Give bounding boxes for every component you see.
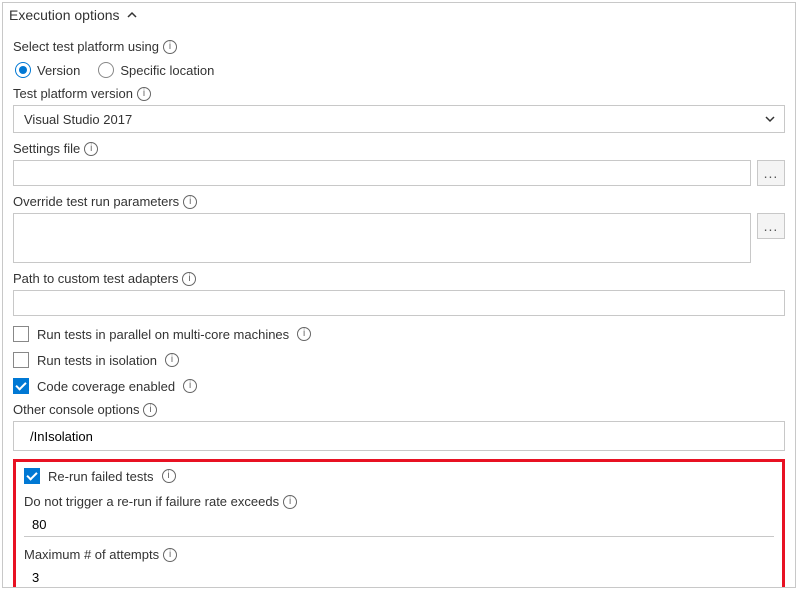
platform-label-row: Select test platform using i <box>13 39 785 54</box>
info-icon[interactable]: i <box>163 548 177 562</box>
isolation-checkbox[interactable] <box>13 352 29 368</box>
info-icon[interactable]: i <box>165 353 179 367</box>
settings-file-label-row: Settings file i <box>13 141 785 156</box>
max-attempts-label: Maximum # of attempts <box>24 547 159 562</box>
execution-options-panel: Execution options Select test platform u… <box>2 2 796 588</box>
ellipsis-icon: ... <box>764 218 779 234</box>
console-label-row: Other console options i <box>13 402 785 417</box>
info-icon[interactable]: i <box>163 40 177 54</box>
section-header[interactable]: Execution options <box>3 3 795 25</box>
platform-radio-group: Version Specific location <box>15 62 785 78</box>
settings-file-row: ... <box>13 160 785 186</box>
failure-rate-label: Do not trigger a re-run if failure rate … <box>24 494 279 509</box>
platform-version-label: Test platform version <box>13 86 133 101</box>
chevron-up-icon <box>126 9 138 21</box>
console-input[interactable] <box>22 424 776 448</box>
platform-version-value: Visual Studio 2017 <box>24 112 132 127</box>
info-icon[interactable]: i <box>183 379 197 393</box>
info-icon[interactable]: i <box>297 327 311 341</box>
coverage-label: Code coverage enabled <box>37 379 175 394</box>
info-icon[interactable]: i <box>143 403 157 417</box>
ellipsis-icon: ... <box>764 165 779 181</box>
info-icon[interactable]: i <box>182 272 196 286</box>
info-icon[interactable]: i <box>283 495 297 509</box>
platform-version-select[interactable]: Visual Studio 2017 <box>13 105 785 133</box>
info-icon[interactable]: i <box>183 195 197 209</box>
custom-adapters-input[interactable] <box>13 290 785 316</box>
override-params-label: Override test run parameters <box>13 194 179 209</box>
info-icon[interactable]: i <box>162 469 176 483</box>
override-params-input[interactable] <box>13 213 751 263</box>
platform-version-label-row: Test platform version i <box>13 86 785 101</box>
isolation-label: Run tests in isolation <box>37 353 157 368</box>
parallel-label: Run tests in parallel on multi-core mach… <box>37 327 289 342</box>
override-params-row: ... <box>13 213 785 263</box>
custom-adapters-label: Path to custom test adapters <box>13 271 178 286</box>
settings-file-label: Settings file <box>13 141 80 156</box>
platform-label: Select test platform using <box>13 39 159 54</box>
max-attempts-input[interactable] <box>24 566 774 588</box>
settings-file-input[interactable] <box>13 160 751 186</box>
override-params-label-row: Override test run parameters i <box>13 194 785 209</box>
radio-button-icon <box>15 62 31 78</box>
isolation-row: Run tests in isolation i <box>13 352 785 368</box>
rerun-checkbox[interactable] <box>24 468 40 484</box>
coverage-row: Code coverage enabled i <box>13 378 785 394</box>
parallel-checkbox[interactable] <box>13 326 29 342</box>
console-label: Other console options <box>13 402 139 417</box>
radio-button-icon <box>98 62 114 78</box>
browse-button[interactable]: ... <box>757 160 785 186</box>
browse-button[interactable]: ... <box>757 213 785 239</box>
parallel-row: Run tests in parallel on multi-core mach… <box>13 326 785 342</box>
radio-specific-location[interactable]: Specific location <box>98 62 214 78</box>
rerun-label: Re-run failed tests <box>48 469 154 484</box>
radio-version-label: Version <box>37 63 80 78</box>
info-icon[interactable]: i <box>84 142 98 156</box>
chevron-down-icon <box>764 113 776 125</box>
section-title: Execution options <box>9 7 120 23</box>
custom-adapters-label-row: Path to custom test adapters i <box>13 271 785 286</box>
rerun-highlight: Re-run failed tests i Do not trigger a r… <box>13 459 785 588</box>
console-input-wrap <box>13 421 785 451</box>
radio-specific-label: Specific location <box>120 63 214 78</box>
rerun-row: Re-run failed tests i <box>24 468 774 484</box>
max-attempts-label-row: Maximum # of attempts i <box>24 547 774 562</box>
form-body: Select test platform using i Version Spe… <box>3 25 795 588</box>
info-icon[interactable]: i <box>137 87 151 101</box>
failure-rate-input[interactable] <box>24 513 774 537</box>
radio-version[interactable]: Version <box>15 62 80 78</box>
failure-rate-label-row: Do not trigger a re-run if failure rate … <box>24 494 774 509</box>
coverage-checkbox[interactable] <box>13 378 29 394</box>
